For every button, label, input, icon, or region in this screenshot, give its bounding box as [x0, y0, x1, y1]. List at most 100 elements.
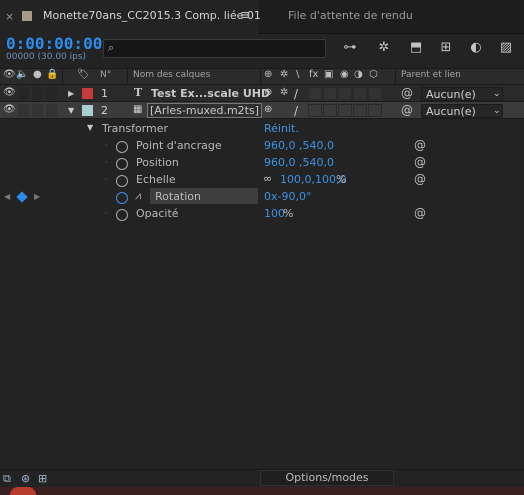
effects-switch[interactable]	[308, 87, 322, 100]
composition-tab-title: Monette70ans_CC2015.3 Comp. liée 01	[43, 9, 261, 22]
stopwatch-icon[interactable]	[116, 209, 128, 221]
position-value[interactable]: 960,0 ,540,0	[264, 156, 334, 169]
motion-blur-switch[interactable]	[338, 87, 352, 100]
add-keyframe-icon[interactable]	[16, 191, 28, 203]
transform-group-label[interactable]: Transformer	[102, 122, 168, 135]
graph-icon[interactable]: ⩘	[135, 189, 141, 203]
previous-keyframe-icon[interactable]: ◀	[4, 192, 10, 201]
adjustment-switch[interactable]	[353, 104, 367, 117]
collapse-switch-icon[interactable]: ✲	[280, 87, 288, 98]
quality-switch-icon: \	[296, 69, 300, 80]
draft-3d-icon[interactable]: ✲	[374, 40, 394, 58]
adjustment-layer-switch-icon: ◑	[354, 69, 363, 80]
layer-twirl-icon[interactable]: ▼	[68, 106, 74, 115]
expression-pick-whip-icon[interactable]: @	[414, 206, 426, 220]
tab-render-queue[interactable]: File d'attente de rendu	[288, 9, 413, 22]
visibility-eye-icon[interactable]: 👁	[3, 87, 16, 98]
column-divider	[260, 68, 261, 85]
3d-switch[interactable]	[368, 104, 382, 117]
taskbar-strip	[0, 487, 524, 495]
quality-switch-icon[interactable]: /	[294, 104, 298, 118]
opacity-value[interactable]: 100	[264, 207, 285, 220]
time-stretch-toggle-icon[interactable]: ⊞	[38, 472, 47, 485]
label-column-icon: 🏷	[77, 69, 90, 80]
solo-toggle[interactable]	[32, 87, 43, 100]
comp-mini-flowchart-icon[interactable]: ⊶	[340, 40, 360, 58]
hide-shy-layers-icon[interactable]: ⬒	[406, 40, 426, 58]
expression-pick-whip-icon[interactable]: @	[414, 172, 426, 186]
layer-switches-toggle-icon[interactable]: ⧉	[3, 472, 11, 486]
solo-column-icon: ●	[33, 69, 42, 80]
frame-blend-switch[interactable]	[323, 104, 337, 117]
current-time-display[interactable]: 0:00:00:00	[6, 34, 102, 53]
3d-layer-switch-icon: ⬡	[369, 69, 378, 80]
layer-label-color[interactable]	[82, 105, 93, 116]
footage-layer-icon: ▦	[133, 104, 143, 115]
app-taskbar-button[interactable]	[10, 487, 36, 495]
chevron-down-icon[interactable]: ⌄	[493, 106, 501, 116]
stopwatch-icon[interactable]	[116, 141, 128, 153]
stopwatch-active-icon[interactable]	[116, 192, 128, 204]
pick-whip-icon[interactable]: @	[401, 103, 413, 117]
property-bullet: ·	[105, 175, 108, 184]
column-divider	[62, 68, 63, 85]
3d-switch[interactable]	[368, 87, 382, 100]
layer-number: 2	[101, 104, 108, 117]
layer-number-header: N°	[100, 70, 112, 80]
text-layer-icon: T	[134, 86, 143, 99]
lock-toggle[interactable]	[46, 104, 57, 117]
parent-link-header: Parent et lien	[401, 70, 461, 80]
reset-transform-link[interactable]: Réinit.	[264, 122, 299, 135]
anchor-point-value[interactable]: 960,0 ,540,0	[264, 139, 334, 152]
effects-switch[interactable]	[308, 104, 322, 117]
options-modes-toggle-button[interactable]: Options/modes	[260, 470, 394, 486]
opacity-label: Opacité	[136, 207, 179, 220]
pick-whip-icon[interactable]: @	[401, 86, 413, 100]
next-keyframe-icon[interactable]: ▶	[34, 192, 40, 201]
chevron-down-icon[interactable]: ⌄	[493, 89, 501, 99]
shy-switch-icon[interactable]: ⊕	[264, 104, 272, 115]
layer-label-color[interactable]	[82, 88, 93, 99]
shy-switch-icon[interactable]: ⊕	[264, 87, 272, 98]
scale-unit: %	[336, 173, 347, 186]
lock-column-icon: 🔒	[46, 69, 59, 80]
layer-name-header[interactable]: Nom des calques	[133, 70, 210, 80]
motion-blur-icon[interactable]: ◐	[466, 40, 486, 58]
layer-search-input[interactable]	[103, 39, 326, 58]
stopwatch-icon[interactable]	[116, 158, 128, 170]
visibility-eye-icon[interactable]: 👁	[3, 104, 16, 115]
audio-toggle[interactable]	[18, 87, 29, 100]
video-visibility-column-icon: 👁	[3, 69, 16, 80]
stopwatch-icon[interactable]	[116, 175, 128, 187]
audio-toggle[interactable]	[18, 104, 29, 117]
graph-editor-icon[interactable]: ▨	[496, 40, 516, 58]
expression-pick-whip-icon[interactable]: @	[414, 155, 426, 169]
modes-toggle-icon[interactable]: ⊛	[21, 472, 30, 485]
layer-name[interactable]: [Arles-muxed.m2ts]	[147, 103, 263, 118]
audio-column-icon: 🔈	[16, 69, 29, 80]
expression-pick-whip-icon[interactable]: @	[414, 138, 426, 152]
layer-name[interactable]: Test Ex...scale UHD	[151, 87, 270, 100]
search-icon: ⌕	[108, 41, 115, 54]
rotation-value[interactable]: 0x-90,0°	[264, 190, 311, 203]
layer-twirl-icon[interactable]: ▶	[68, 89, 74, 98]
rotation-label[interactable]: Rotation	[155, 190, 201, 203]
adjustment-switch[interactable]	[353, 87, 367, 100]
motion-blur-switch[interactable]	[338, 104, 352, 117]
shy-switch-icon: ⊕	[264, 69, 273, 80]
lock-toggle[interactable]	[46, 87, 57, 100]
property-bullet: ·	[105, 209, 108, 218]
frame-blending-icon[interactable]: ⊞	[436, 40, 456, 58]
solo-toggle[interactable]	[32, 104, 43, 117]
close-tab-icon[interactable]: ×	[5, 10, 14, 23]
opacity-unit: %	[283, 207, 294, 220]
parent-dropdown[interactable]: Aucun(e)	[421, 104, 503, 118]
parent-dropdown[interactable]: Aucun(e)	[421, 87, 503, 101]
constrain-proportions-link-icon[interactable]: ∞	[263, 172, 272, 185]
transform-twirl-icon[interactable]: ▼	[87, 123, 93, 132]
panel-menu-icon[interactable]: ≡	[240, 8, 251, 23]
frame-count-label: 00000 (30.00 ips)	[6, 52, 87, 62]
frame-blend-switch[interactable]	[323, 87, 337, 100]
frame-blend-switch-icon: ▣	[324, 69, 334, 80]
quality-switch-icon[interactable]: /	[294, 87, 298, 101]
